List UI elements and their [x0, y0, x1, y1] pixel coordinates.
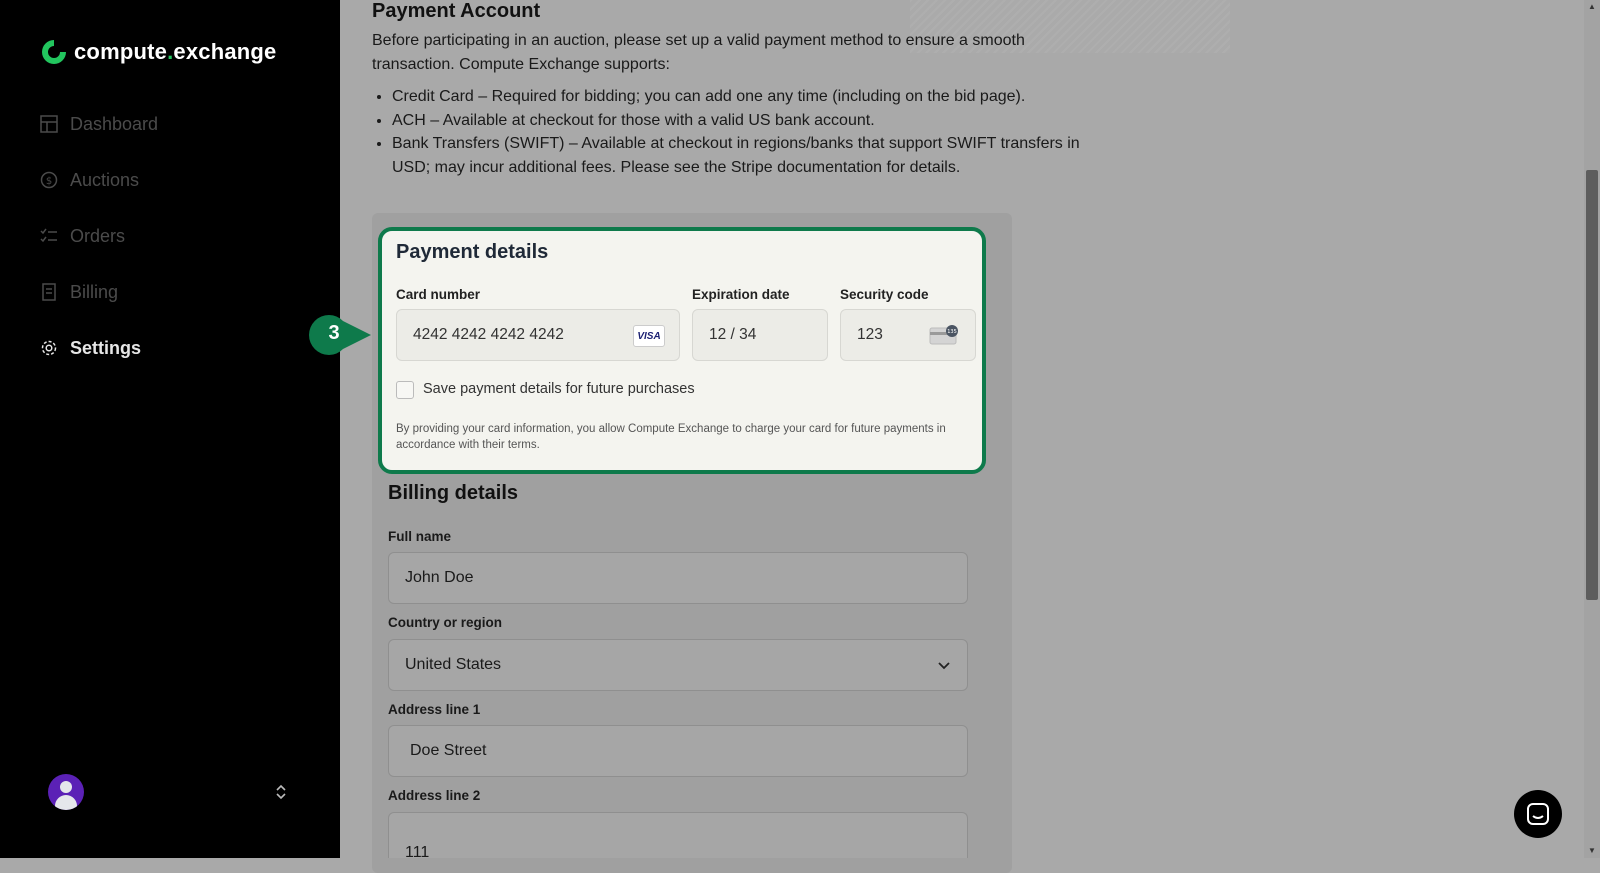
save-payment-checkbox[interactable]	[396, 381, 414, 399]
card-number-value: 4242 4242 4242 4242	[413, 326, 564, 343]
sidebar-item-label: Settings	[70, 337, 142, 358]
sidebar-item-orders[interactable]: Orders	[40, 208, 300, 264]
expiration-label: Expiration date	[692, 287, 790, 302]
list-item: Bank Transfers (SWIFT) – Available at ch…	[392, 132, 1112, 179]
sidebar-item-dashboard[interactable]: Dashboard	[40, 96, 300, 152]
full-name-input[interactable]: John Doe	[388, 552, 968, 604]
cvc-card-icon: 135	[929, 325, 958, 345]
address-line2-value: 111	[405, 844, 430, 861]
address-line2-input[interactable]: 111	[388, 812, 968, 861]
card-number-input[interactable]: 4242 4242 4242 4242 VISA	[396, 309, 680, 361]
sidebar-item-label: Dashboard	[70, 113, 159, 134]
address-line1-label: Address line 1	[388, 702, 481, 717]
save-payment-label[interactable]: Save payment details for future purchase…	[423, 381, 695, 397]
chevron-down-icon	[938, 662, 950, 670]
user-avatar-icon[interactable]	[48, 774, 84, 810]
chat-launcher-button[interactable]	[1514, 790, 1562, 838]
address-line2-label: Address line 2	[388, 788, 481, 803]
sidebar-item-auctions[interactable]: $ Auctions	[40, 152, 300, 208]
svg-text:135: 135	[947, 329, 957, 335]
country-label: Country or region	[388, 615, 502, 630]
intro-text: Before participating in an auction, plea…	[372, 32, 1025, 73]
address-line1-value: Doe Street	[410, 742, 487, 759]
payment-details-title: Payment details	[396, 241, 549, 263]
list-item: Credit Card – Required for bidding; you …	[392, 85, 1112, 109]
chat-icon	[1527, 803, 1549, 825]
checklist-icon	[40, 228, 57, 243]
sidebar-item-label: Auctions	[70, 169, 140, 190]
receipt-icon	[42, 283, 56, 301]
country-select[interactable]: United States	[388, 639, 968, 691]
country-value: United States	[405, 656, 502, 673]
dollar-circle-icon: $	[40, 171, 58, 189]
security-code-input[interactable]: 123 135	[840, 309, 976, 361]
scroll-down-icon[interactable]: ▼	[1584, 844, 1600, 858]
sidebar-item-label: Orders	[70, 225, 126, 246]
scrollbar-thumb[interactable]	[1586, 170, 1598, 600]
expiration-input[interactable]: 12 / 34	[692, 309, 828, 361]
sidebar-item-billing[interactable]: Billing	[40, 264, 300, 320]
card-terms-text: By providing your card information, you …	[396, 423, 946, 451]
address-line1-input[interactable]: Doe Street	[388, 725, 968, 777]
sidebar-nav: Dashboard $ Auctions Orders Billing Sett…	[40, 96, 300, 376]
grid-icon	[40, 115, 58, 133]
sidebar-item-label: Billing	[70, 281, 119, 302]
page-title: Payment Account	[372, 0, 541, 22]
billing-details-title: Billing details	[388, 482, 519, 504]
gear-icon	[41, 340, 57, 356]
security-code-label: Security code	[840, 287, 929, 302]
chevron-up-down-icon[interactable]	[274, 783, 288, 801]
scroll-up-icon[interactable]: ▲	[1584, 0, 1600, 14]
page-scrollbar[interactable]: ▲ ▼	[1584, 0, 1600, 858]
sidebar: compute.exchange Dashboard $ Auctions Or…	[0, 0, 340, 858]
full-name-value: John Doe	[405, 569, 474, 586]
security-code-value: 123	[857, 326, 883, 343]
sidebar-item-settings[interactable]: Settings	[40, 320, 300, 376]
logo-mark-icon	[42, 40, 66, 64]
logo[interactable]: compute.exchange	[40, 38, 276, 66]
payment-details-card: Payment details Card number 4242 4242 42…	[378, 227, 986, 474]
user-menu[interactable]	[48, 773, 288, 811]
visa-icon: VISA	[633, 325, 665, 347]
payment-methods-list: Credit Card – Required for bidding; you …	[372, 85, 1112, 179]
logo-text: compute.exchange	[74, 39, 277, 64]
full-name-label: Full name	[388, 529, 452, 544]
card-number-label: Card number	[396, 287, 481, 302]
list-item: ACH – Available at checkout for those wi…	[392, 109, 1112, 133]
svg-text:$: $	[46, 176, 52, 187]
step-number: 3	[328, 322, 340, 344]
expiration-value: 12 / 34	[709, 326, 757, 343]
